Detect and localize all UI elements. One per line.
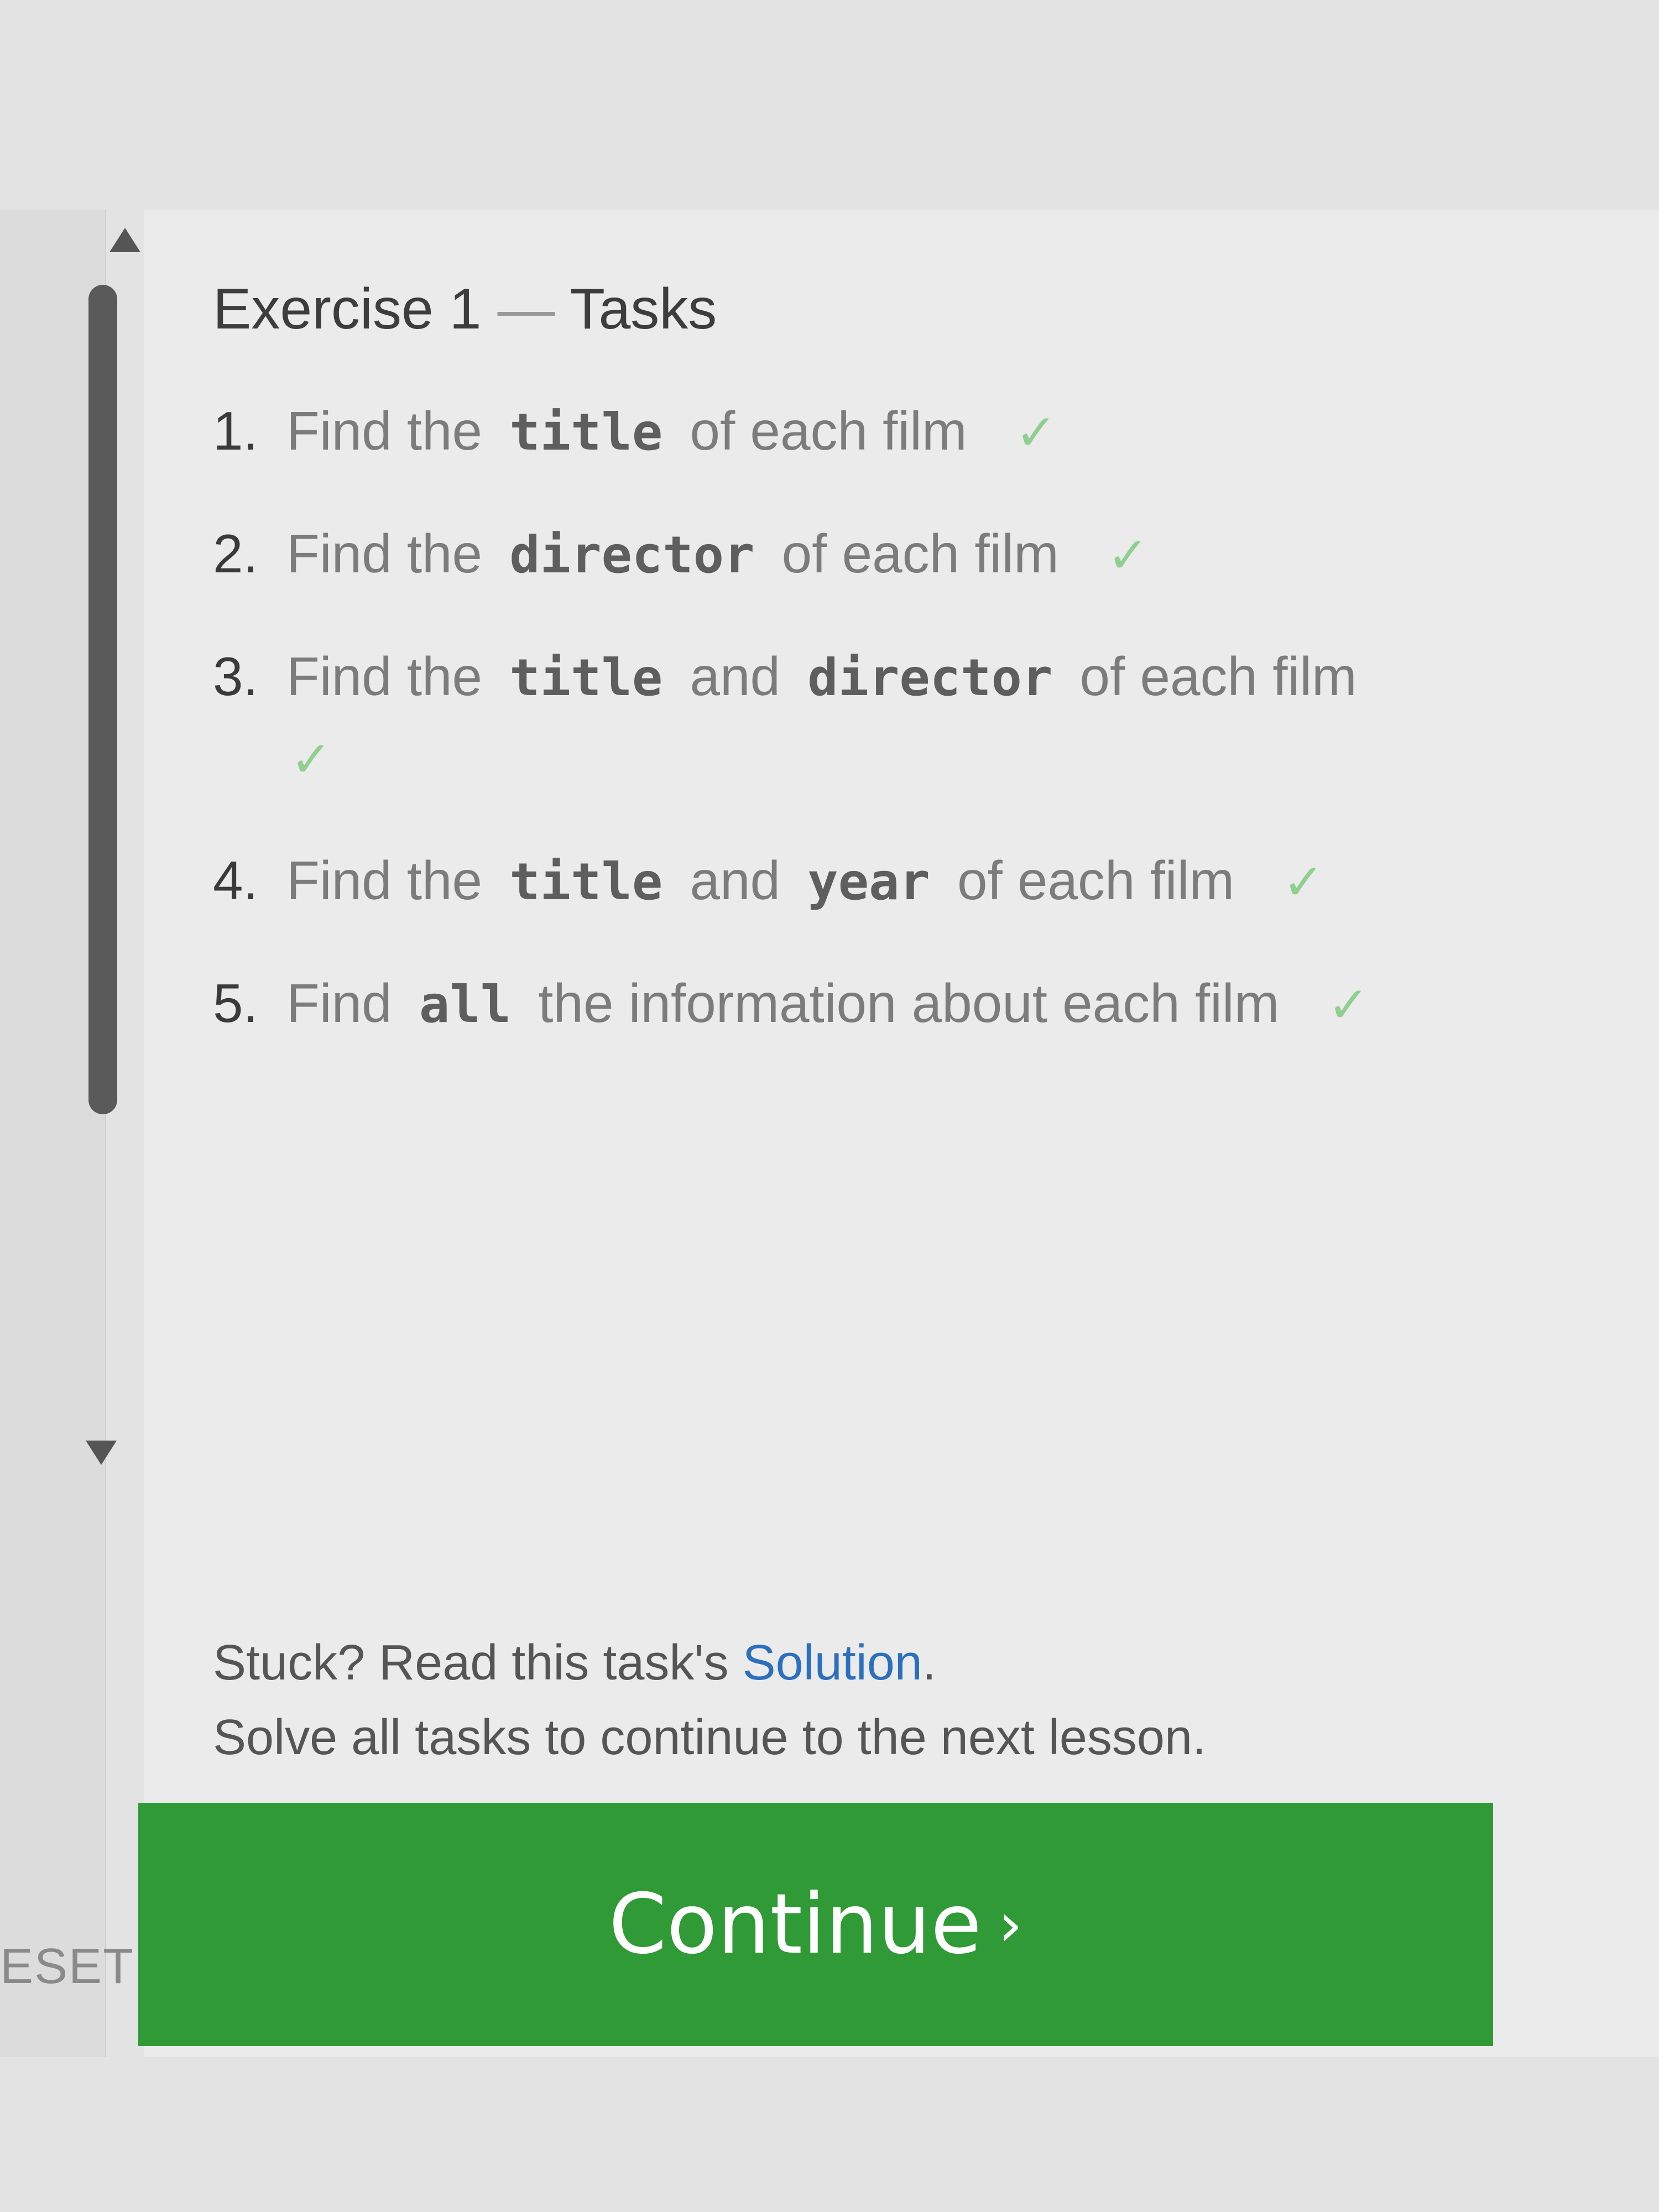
task-text: Find the	[271, 850, 498, 911]
exercise-label: Exercise 1	[213, 277, 482, 341]
panel-title: Exercise 1 — Tasks	[213, 276, 717, 342]
task-text: the information about each film	[523, 973, 1295, 1034]
task-text: Find	[271, 973, 407, 1034]
tasks-panel: Exercise 1 — Tasks 1. Find the title of …	[138, 210, 1659, 2057]
task-code-keyword: all	[419, 975, 512, 1034]
check-icon: ✓	[290, 732, 332, 787]
task-item: 2. Find the director of each film ✓	[213, 521, 1485, 588]
scroll-down-arrow-icon[interactable]	[86, 1441, 117, 1465]
task-list: 1. Find the title of each film ✓ 2. Find…	[213, 398, 1485, 1093]
task-number: 4.	[213, 850, 258, 911]
task-code-keyword: title	[509, 852, 663, 911]
reset-button[interactable]: ESET	[0, 1938, 134, 1995]
continue-button[interactable]: Continue ›	[138, 1803, 1493, 2046]
task-number: 2.	[213, 523, 258, 584]
task-text: and	[675, 850, 796, 911]
stuck-text: Stuck? Read this task's	[213, 1635, 729, 1691]
task-code-keyword: director	[509, 525, 755, 585]
title-separator: —	[497, 277, 555, 341]
tasks-label: Tasks	[570, 277, 717, 341]
task-item: 1. Find the title of each film ✓	[213, 398, 1485, 466]
scrollbar-thumb[interactable]	[88, 285, 117, 1114]
task-code-keyword: title	[509, 403, 663, 462]
stuck-suffix: .	[922, 1635, 936, 1691]
task-number: 3.	[213, 646, 258, 707]
task-text: of each film	[675, 400, 982, 461]
continue-label: Continue	[608, 1876, 982, 1973]
task-text: of each film	[766, 523, 1074, 584]
task-text: Find the	[271, 400, 498, 461]
chevron-right-icon: ›	[998, 1889, 1023, 1960]
check-icon: ✓	[1107, 528, 1149, 583]
check-icon: ✓	[1327, 978, 1369, 1033]
task-text: of each film	[942, 850, 1250, 911]
task-text: Find the	[271, 646, 498, 707]
stuck-line: Stuck? Read this task's Solution.	[213, 1626, 1206, 1700]
task-item: 4. Find the title and year of each film …	[213, 848, 1485, 915]
task-text: and	[675, 646, 796, 707]
solve-all-text: Solve all tasks to continue to the next …	[213, 1710, 1207, 1765]
check-icon: ✓	[1282, 855, 1324, 910]
scroll-up-arrow-icon[interactable]	[109, 228, 140, 252]
task-number: 1.	[213, 400, 258, 461]
hint-block: Stuck? Read this task's Solution. Solve …	[213, 1626, 1206, 1775]
task-text: of each film	[1065, 646, 1357, 707]
task-item: 5. Find all the information about each f…	[213, 971, 1485, 1038]
task-number: 5.	[213, 973, 258, 1034]
task-code-keyword: title	[509, 648, 663, 707]
task-code-keyword: director	[807, 648, 1053, 707]
task-text: Find the	[271, 523, 498, 584]
task-code-keyword: year	[807, 852, 930, 911]
task-item: 3. Find the title and director of each f…	[213, 644, 1485, 792]
solution-link[interactable]: Solution	[743, 1635, 922, 1691]
check-icon: ✓	[1015, 405, 1057, 461]
